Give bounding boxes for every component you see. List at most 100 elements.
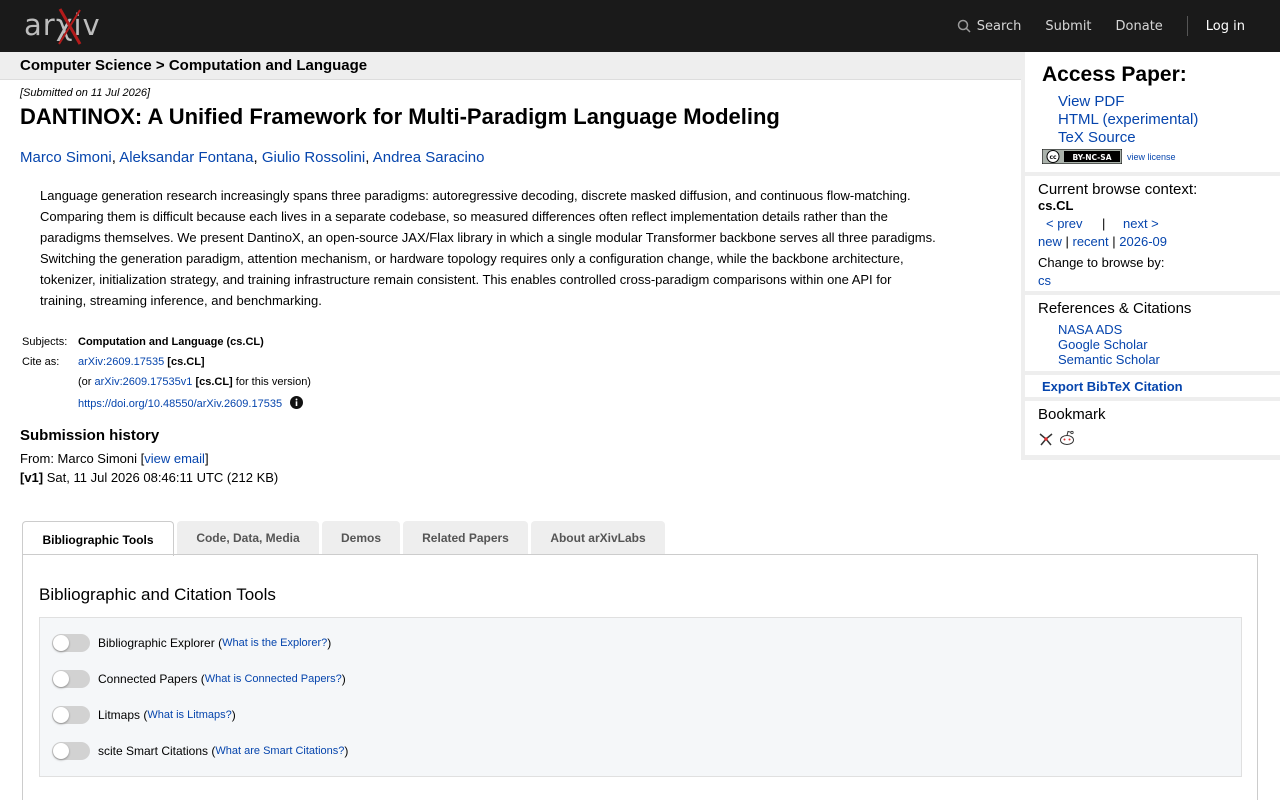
abstract-line: paradigms themselves. We present Dantino… (40, 230, 936, 245)
tool-name: scite Smart Citations (98, 744, 209, 758)
version-label: [v1] (20, 470, 44, 485)
author-list: Marco Simoni, Aleksandar Fontana, Giulio… (20, 149, 485, 166)
info-icon[interactable] (290, 396, 304, 409)
author-link[interactable]: Marco Simoni (20, 149, 112, 166)
tool-name: Litmaps (98, 708, 141, 722)
author-link[interactable]: Andrea Saracino (373, 149, 485, 166)
svg-text:cc: cc (1049, 154, 1057, 161)
cs-link[interactable]: cs (1038, 273, 1051, 288)
bookmark-title: Bookmark (1038, 406, 1106, 423)
arxiv-logo[interactable]: arχiv (22, 6, 114, 46)
from-close: ] (204, 451, 209, 466)
breadcrumb-separator: > (155, 57, 165, 74)
abstract-line: Switching the generation paradigm, atten… (40, 251, 904, 266)
semantic-scholar-link[interactable]: Semantic Scholar (1058, 352, 1160, 367)
nav-divider (1186, 16, 1188, 36)
version-line: [v1] Sat, 11 Jul 2026 08:46:11 UTC (212 … (20, 470, 278, 485)
browse-context-title: Current browse context: (1038, 181, 1198, 198)
references-title: References & Citations (1038, 300, 1192, 317)
litmaps-toggle[interactable] (52, 706, 90, 724)
tab-demos[interactable]: Demos (322, 521, 400, 555)
tool-help-link[interactable]: What are Smart Citations? (215, 745, 344, 757)
sidebar: Access Paper: View PDF HTML (experimenta… (1021, 52, 1280, 460)
view-license-link[interactable]: view license (1127, 152, 1176, 162)
tab-bibliographic-tools[interactable]: Bibliographic Tools (22, 521, 174, 556)
abstract-line: Comparing them is difficult because each… (40, 209, 888, 224)
browse-context-value: cs.CL (1038, 198, 1074, 213)
panel-title: Bibliographic and Citation Tools (39, 585, 276, 604)
cite-version-link[interactable]: arXiv:2609.17535v1 (95, 376, 193, 388)
submit-link[interactable]: Submit (1045, 19, 1091, 34)
prev-link[interactable]: < prev (1046, 216, 1083, 231)
donate-link[interactable]: Donate (1116, 19, 1163, 34)
bibliographic-explorer-toggle[interactable] (52, 634, 90, 652)
tools-list: Bibliographic Explorer (What is the Expl… (39, 617, 1242, 777)
tool-row: Connected Papers (What is Connected Pape… (52, 669, 346, 689)
top-bar: arχiv Search Submit Donate Log in (0, 0, 1280, 52)
bookmark-box: Bookmark (1025, 401, 1280, 455)
cite-id-link[interactable]: arXiv:2609.17535 (78, 356, 164, 368)
search-label: Search (976, 18, 1022, 34)
breadcrumb-parent[interactable]: Computer Science (20, 57, 152, 74)
export-bibtex-link[interactable]: Export BibTeX Citation (1042, 379, 1183, 394)
nav-pipe: | (1102, 216, 1106, 231)
new-link[interactable]: new (1038, 234, 1062, 249)
abstract-line: training, streaming inference, and bench… (40, 293, 322, 308)
access-paper-title: Access Paper: (1042, 63, 1187, 86)
version-value: Sat, 11 Jul 2026 08:46:11 UTC (212 KB) (46, 470, 279, 485)
reddit-icon[interactable] (1058, 429, 1076, 447)
pipe: | (1112, 234, 1116, 249)
html-link[interactable]: HTML (experimental) (1058, 111, 1198, 128)
change-browse-label: Change to browse by: (1038, 255, 1165, 270)
references-box: References & Citations NASA ADS Google S… (1025, 295, 1280, 371)
abstract-line: Language generation research increasingl… (40, 188, 911, 203)
connected-papers-toggle[interactable] (52, 670, 90, 688)
tab-about-arxivlabs[interactable]: About arXivLabs (531, 521, 665, 555)
doi-link[interactable]: https://doi.org/10.48550/arXiv.2609.1753… (78, 398, 282, 410)
month-link[interactable]: 2026-09 (1119, 234, 1167, 249)
google-scholar-link[interactable]: Google Scholar (1058, 337, 1148, 352)
tab-related-papers[interactable]: Related Papers (403, 521, 528, 555)
pipe: | (1065, 234, 1069, 249)
submission-history-title: Submission history (20, 427, 160, 444)
author-link[interactable]: Aleksandar Fontana (119, 149, 253, 166)
abstract: Language generation research increasingl… (40, 185, 990, 311)
view-email-link[interactable]: view email (144, 451, 205, 466)
breadcrumb: Computer Science > Computation and Langu… (0, 52, 1021, 80)
cc-license-badge[interactable]: cc BY-NC-SA (1042, 149, 1122, 164)
access-paper-box: Access Paper: View PDF HTML (experimenta… (1025, 52, 1280, 172)
author-link[interactable]: Giulio Rossolini (262, 149, 365, 166)
bibsonomy-icon[interactable] (1038, 431, 1054, 447)
cc-badge-text: BY-NC-SA (1072, 153, 1111, 162)
search-button[interactable]: Search (957, 18, 1022, 34)
abstract-line: tokenizer, initialization strategy, and … (40, 272, 892, 287)
cite-label: Cite as: (22, 356, 60, 368)
recent-link[interactable]: recent (1073, 234, 1109, 249)
tool-help-link[interactable]: What is the Explorer? (222, 637, 327, 649)
view-pdf-link[interactable]: View PDF (1058, 93, 1124, 110)
nasa-ads-link[interactable]: NASA ADS (1058, 322, 1122, 337)
search-icon (957, 19, 971, 33)
scite-toggle[interactable] (52, 742, 90, 760)
tex-source-link[interactable]: TeX Source (1058, 129, 1136, 146)
tool-row: scite Smart Citations (What are Smart Ci… (52, 741, 348, 761)
tool-help-link[interactable]: What is Connected Papers? (205, 673, 342, 685)
cite-version-tag: [cs.CL] (195, 376, 233, 388)
breadcrumb-current[interactable]: Computation and Language (169, 57, 367, 74)
tool-name: Connected Papers (98, 672, 198, 686)
tab-code-data-media[interactable]: Code, Data, Media (177, 521, 319, 555)
submitter-line: From: Marco Simoni [view email] (20, 451, 209, 466)
cite-tag: [cs.CL] (167, 356, 205, 368)
tool-row: Bibliographic Explorer (What is the Expl… (52, 633, 331, 653)
paper-title: DANTINOX: A Unified Framework for Multi-… (20, 104, 780, 129)
subjects-label: Subjects: (22, 336, 68, 348)
tool-help-link[interactable]: What is Litmaps? (147, 709, 231, 721)
cite-version-suffix: for this version) (235, 376, 311, 388)
submitted-date: [Submitted on 11 Jul 2026] (20, 87, 151, 99)
export-box: Export BibTeX Citation (1025, 375, 1280, 397)
login-link[interactable]: Log in (1206, 19, 1245, 34)
from-label: From: Marco Simoni [ (20, 451, 145, 466)
next-link[interactable]: next > (1123, 216, 1159, 231)
browse-context-box: Current browse context: cs.CL < prev | n… (1025, 176, 1280, 291)
tool-row: Litmaps (What is Litmaps?) (52, 705, 236, 725)
